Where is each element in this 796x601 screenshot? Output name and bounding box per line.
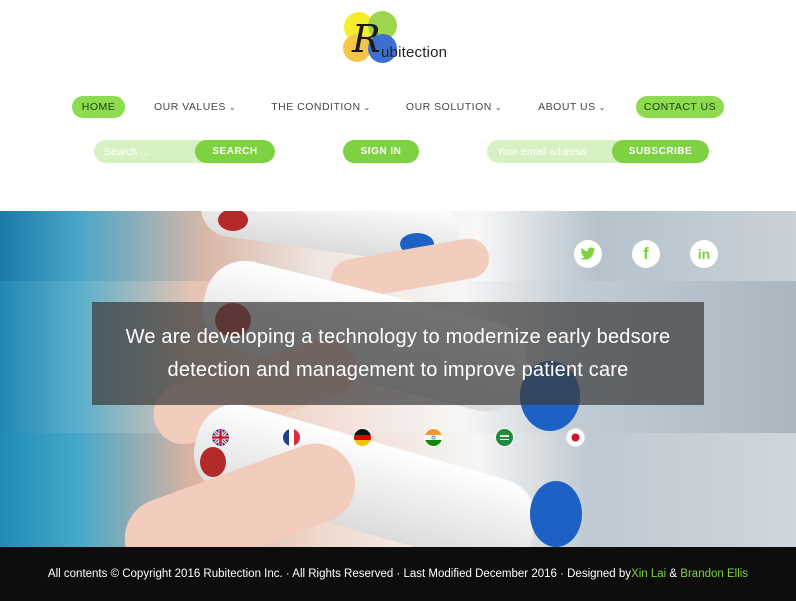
facebook-glyph: f — [643, 244, 649, 263]
japan-flag-graphic — [567, 429, 584, 446]
nav-contact-us-label: CONTACT US — [643, 101, 717, 113]
nav-contact-us[interactable]: CONTACT US — [636, 96, 724, 118]
france-flag-graphic — [283, 429, 300, 446]
twitter-bird-icon — [580, 247, 596, 260]
chevron-down-icon: ⌄ — [228, 102, 237, 112]
france-flag-icon[interactable] — [283, 429, 300, 446]
chevron-down-icon: ⌄ — [363, 102, 371, 112]
email-placeholder: Your email address — [497, 145, 587, 158]
nav-about-us-label: ABOUT US — [538, 101, 596, 113]
germany-flag-graphic — [354, 429, 371, 446]
japan-flag-icon[interactable] — [567, 429, 584, 446]
nav-home-label: HOME — [81, 101, 116, 113]
footer-author-link-brandon-ellis[interactable]: Brandon Ellis — [680, 568, 748, 580]
sign-in-label: SIGN IN — [360, 146, 402, 157]
twitter-icon[interactable] — [574, 240, 602, 268]
subscribe-form: Your email address SUBSCRIBE — [487, 140, 709, 163]
nav-our-solution[interactable]: OUR SOLUTION ⌄ — [405, 96, 503, 118]
search-form: Search ... SEARCH — [94, 140, 275, 163]
footer-copyright: All contents © Copyright 2016 Rubitectio… — [47, 568, 632, 580]
linkedin-glyph: in — [697, 246, 711, 262]
device-sensor — [200, 447, 226, 477]
sign-in-button[interactable]: SIGN IN — [343, 140, 419, 163]
nav-the-condition-label: THE CONDITION — [271, 101, 361, 113]
email-field[interactable]: Your email address — [487, 140, 625, 163]
nav-about-us[interactable]: ABOUT US ⌄ — [535, 96, 609, 118]
nav-our-values-label: OUR VALUES — [153, 101, 226, 113]
site-footer: All contents © Copyright 2016 Rubitectio… — [0, 547, 796, 601]
india-flag-icon[interactable] — [425, 429, 442, 446]
search-placeholder: Search ... — [104, 145, 149, 158]
hero-headline: We are developing a technology to modern… — [125, 325, 671, 381]
logo-initial: R — [352, 17, 381, 61]
saudi-arabia-flag-icon[interactable] — [496, 429, 513, 446]
saudi-flag-graphic — [496, 429, 513, 446]
linkedin-icon[interactable]: in — [690, 240, 718, 268]
nav-home[interactable]: HOME — [72, 96, 125, 118]
site-logo[interactable]: R ubitection — [338, 8, 468, 72]
india-flag-graphic — [425, 429, 442, 446]
search-button-label: SEARCH — [212, 146, 258, 157]
nav-our-values[interactable]: OUR VALUES ⌄ — [152, 96, 238, 118]
logo-wordmark: ubitection — [381, 44, 448, 61]
facebook-icon[interactable]: f — [632, 240, 660, 268]
uk-flag-icon[interactable] — [212, 429, 229, 446]
nav-our-solution-label: OUR SOLUTION — [405, 101, 492, 113]
uk-flag-graphic — [212, 429, 229, 446]
germany-flag-icon[interactable] — [354, 429, 371, 446]
footer-author-link-xin-lai[interactable]: Xin Lai — [631, 568, 666, 580]
nav-the-condition[interactable]: THE CONDITION ⌄ — [270, 96, 372, 118]
hero-headline-box: We are developing a technology to modern… — [92, 302, 704, 405]
footer-ampersand: & — [666, 568, 681, 580]
search-button[interactable]: SEARCH — [195, 140, 275, 163]
chevron-down-icon: ⌄ — [598, 102, 606, 112]
subscribe-button-label: SUBSCRIBE — [628, 146, 693, 157]
search-input[interactable]: Search ... — [94, 140, 208, 163]
chevron-down-icon: ⌄ — [494, 102, 503, 112]
subscribe-button[interactable]: SUBSCRIBE — [612, 140, 709, 163]
device-cap — [530, 481, 582, 547]
